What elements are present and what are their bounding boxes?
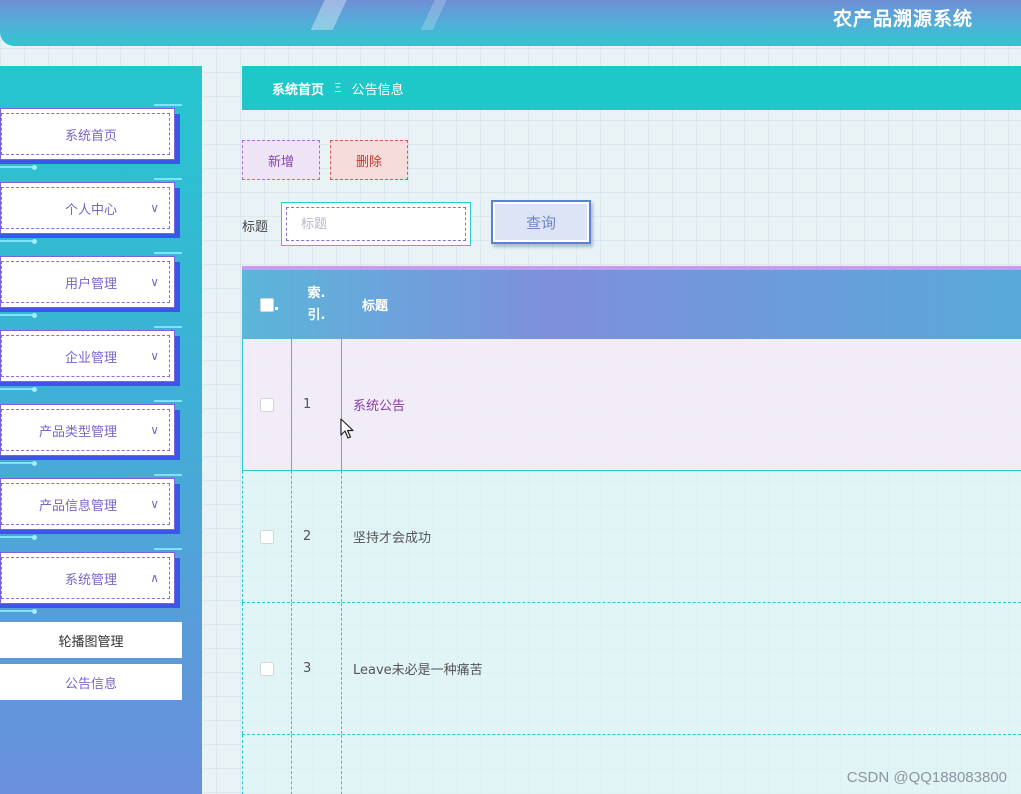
search-input[interactable] — [301, 216, 465, 232]
header-select-all — [242, 270, 292, 339]
row-checkbox[interactable] — [260, 397, 274, 412]
sidebar: 系统首页 个人中心 ∨ 用户管理 ∨ 企业管理 ∨ 产品类型管理 ∨ 产品信息管… — [0, 66, 202, 794]
watermark: CSDN @QQ188083800 — [846, 769, 1007, 786]
breadcrumb-current: 公告信息 — [351, 82, 404, 98]
query-button[interactable]: 查询 — [491, 200, 591, 244]
row-title: 系统公告 — [353, 399, 406, 414]
sidebar-subitem-carousel-management[interactable]: 轮播图管理 — [0, 622, 182, 658]
sidebar-item-system-management[interactable]: 系统管理 ∧ — [0, 548, 182, 614]
table-row[interactable]: 2 坚持才会成功 — [242, 471, 1021, 603]
sidebar-item-label: 系统管理 — [64, 572, 117, 588]
row-index: 1 — [292, 339, 342, 470]
sidebar-item-product-type-management[interactable]: 产品类型管理 ∨ — [0, 400, 182, 466]
table-row[interactable]: 3 Leave未必是一种痛苦 — [242, 603, 1021, 735]
sidebar-item-label: 产品信息管理 — [38, 498, 117, 514]
sidebar-item-product-info-management[interactable]: 产品信息管理 ∨ — [0, 474, 182, 540]
sidebar-item-label: 企业管理 — [64, 350, 117, 366]
sidebar-item-home[interactable]: 系统首页 — [0, 104, 182, 170]
sidebar-item-label: 产品类型管理 — [38, 424, 117, 440]
search-input-wrapper — [281, 202, 471, 246]
chevron-down-icon: ∨ — [150, 201, 159, 215]
sidebar-item-label: 用户管理 — [64, 276, 117, 292]
sidebar-item-enterprise-management[interactable]: 企业管理 ∨ — [0, 326, 182, 392]
header-index: 索. 引. — [292, 270, 342, 339]
mouse-cursor-icon — [340, 418, 354, 439]
sidebar-item-label: 系统首页 — [64, 128, 117, 144]
app-title: 农产品溯源系统 — [832, 8, 973, 30]
header-index-line1: 索. — [307, 285, 326, 301]
top-header: 农产品溯源系统 — [0, 0, 1021, 46]
chevron-down-icon: ∨ — [150, 349, 159, 363]
row-index: 2 — [292, 471, 342, 602]
chevron-up-icon: ∧ — [150, 571, 159, 585]
select-all-checkbox[interactable] — [259, 297, 278, 312]
header-decoration — [310, 0, 352, 30]
row-title: Leave未必是一种痛苦 — [353, 663, 483, 678]
row-checkbox[interactable] — [260, 529, 274, 544]
sidebar-item-label: 个人中心 — [64, 202, 117, 218]
chevron-down-icon: ∨ — [150, 275, 159, 289]
header-decoration — [420, 0, 452, 30]
announcement-table: 索. 引. 标题 1 系统公告 2 坚持才会成功 3 Leave未必是一种痛苦 — [242, 266, 1021, 794]
chevron-down-icon: ∨ — [150, 423, 159, 437]
breadcrumb-home-link[interactable]: 系统首页 — [272, 79, 324, 98]
row-checkbox[interactable] — [260, 661, 274, 676]
row-title: 坚持才会成功 — [353, 531, 432, 546]
add-button[interactable]: 新增 — [242, 140, 320, 180]
sidebar-item-personal-center[interactable]: 个人中心 ∨ — [0, 178, 182, 244]
breadcrumb-separator-icon: Ξ — [334, 81, 342, 95]
table-row[interactable]: 1 系统公告 — [242, 339, 1021, 471]
header-index-line2: 引. — [307, 307, 326, 323]
sidebar-item-user-management[interactable]: 用户管理 ∨ — [0, 252, 182, 318]
table-header: 索. 引. 标题 — [242, 266, 1021, 339]
header-title: 标题 — [362, 299, 389, 314]
row-index: 3 — [292, 603, 342, 734]
breadcrumb: 系统首页 Ξ 公告信息 — [242, 66, 1021, 110]
search-label: 标题 — [242, 220, 269, 235]
delete-button[interactable]: 删除 — [330, 140, 408, 180]
sidebar-subitem-announcements[interactable]: 公告信息 — [0, 664, 182, 700]
chevron-down-icon: ∨ — [150, 497, 159, 511]
